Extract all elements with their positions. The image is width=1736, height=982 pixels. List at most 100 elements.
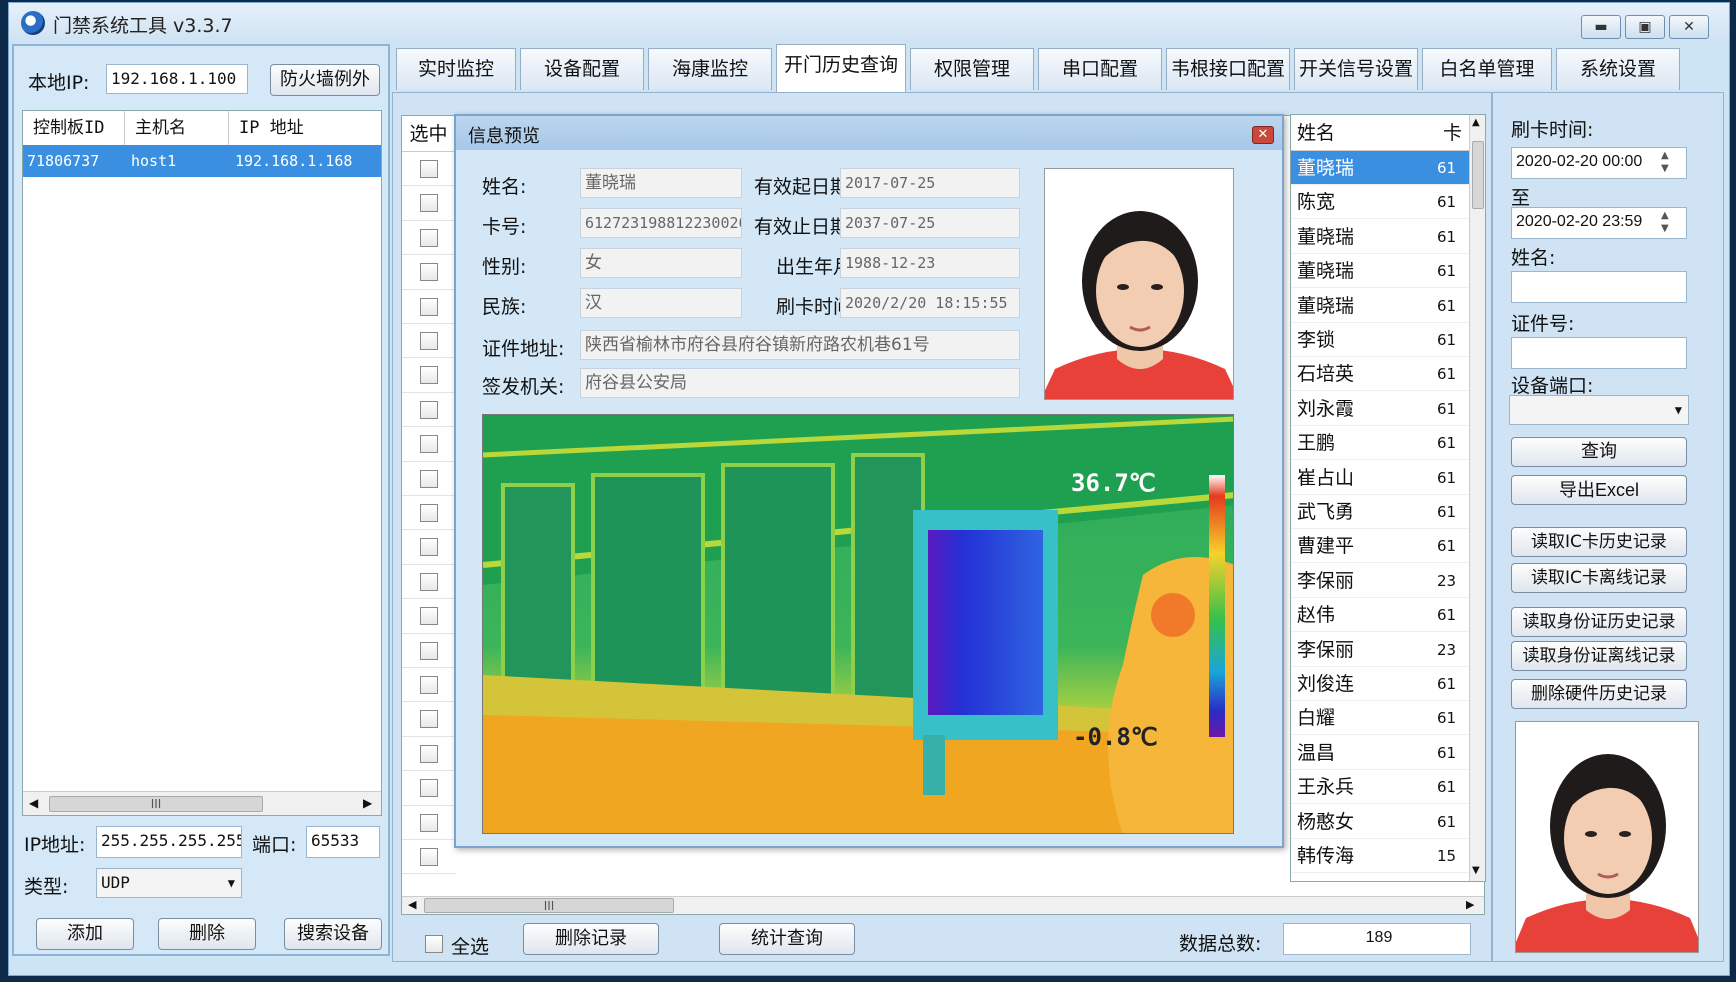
table-row[interactable]: 王鹏 61 [1291,426,1469,461]
scroll-down-icon[interactable]: ▼ [1472,865,1480,876]
row-checkbox[interactable] [420,366,438,385]
row-checkbox[interactable] [420,194,438,213]
query-button[interactable]: 查询 [1511,437,1687,467]
table-row[interactable]: 曹建平 61 [1291,529,1469,564]
row-checkbox[interactable] [420,228,438,247]
time-from-spinner-icon[interactable]: ▲ ▼ [1661,149,1669,175]
row-checkbox[interactable] [420,641,438,660]
table-row[interactable]: 刘俊连 61 [1291,667,1469,701]
table-row[interactable]: 李保丽 23 [1291,564,1469,598]
table-row[interactable]: 崔占山 61 [1291,461,1469,495]
search-device-button[interactable]: 搜索设备 [284,918,382,950]
tab-wiegand[interactable]: 韦根接口配置 [1166,48,1290,90]
scroll-left-icon[interactable]: ◀ [408,898,416,911]
row-checkbox[interactable] [420,538,438,557]
dialog-close-icon[interactable]: ✕ [1252,126,1274,144]
grid-horizontal-scrollbar[interactable]: ◀ III ▶ [402,896,1484,914]
statistics-query-button[interactable]: 统计查询 [719,923,855,955]
card-header-partial[interactable]: 卡 [1443,115,1462,151]
row-checkbox[interactable] [420,607,438,626]
local-ip-field[interactable]: 192.168.1.100 [106,64,248,94]
table-row[interactable]: 温昌 61 [1291,736,1469,770]
read-ic-offline-button[interactable]: 读取IC卡离线记录 [1511,563,1687,593]
table-row[interactable]: 陈宽 61 [1291,185,1469,220]
row-checkbox[interactable] [420,813,438,832]
export-excel-button[interactable]: 导出Excel [1511,475,1687,505]
table-row[interactable]: 董晓瑞 61 [1291,289,1469,323]
vertical-scroll-thumb[interactable] [1472,141,1484,209]
scroll-up-icon[interactable]: ▲ [1472,117,1480,128]
col-header-ip[interactable]: IP 地址 [229,111,381,145]
tab-switch-signal[interactable]: 开关信号设置 [1294,48,1418,90]
type-select[interactable]: UDP ▼ [96,868,242,898]
table-row[interactable]: 杨憨女 61 [1291,805,1469,839]
delete-hardware-history-button[interactable]: 删除硬件历史记录 [1511,679,1687,709]
row-checkbox[interactable] [420,504,438,522]
table-row[interactable]: 董晓瑞 61 [1291,220,1469,254]
table-row[interactable]: 刘永霞 61 [1291,392,1469,426]
add-button[interactable]: 添加 [36,918,134,950]
select-header[interactable]: 选中 [402,116,456,152]
dialog-title: 信息预览 [468,126,540,147]
grid-scroll-thumb[interactable]: III [424,898,674,913]
read-id-offline-button[interactable]: 读取身份证离线记录 [1511,641,1687,671]
name-filter-field[interactable] [1511,271,1687,303]
read-ic-history-button[interactable]: 读取IC卡历史记录 [1511,527,1687,557]
ip-address-field[interactable]: 255.255.255.255 [96,826,242,858]
table-row[interactable]: 武飞勇 61 [1291,495,1469,529]
row-checkbox[interactable] [420,676,438,694]
col-header-id[interactable]: 控制板ID [23,111,125,145]
maximize-icon[interactable]: ▣ [1625,15,1665,39]
tab-whitelist[interactable]: 白名单管理 [1422,48,1552,90]
scroll-left-icon[interactable]: ◀ [29,796,38,810]
row-checkbox[interactable] [420,160,438,178]
read-id-history-button[interactable]: 读取身份证历史记录 [1511,607,1687,637]
port-field[interactable]: 65533 [306,826,380,858]
vertical-scrollbar[interactable]: ▲ ▼ [1469,115,1485,881]
close-icon[interactable]: ✕ [1669,15,1709,39]
id-filter-field[interactable] [1511,337,1687,369]
col-header-host[interactable]: 主机名 [125,111,229,145]
row-checkbox[interactable] [420,848,438,866]
select-all-checkbox[interactable] [425,935,443,953]
tab-hikvision[interactable]: 海康监控 [648,48,772,90]
row-checkbox[interactable] [420,263,438,282]
row-checkbox[interactable] [420,572,438,591]
table-row[interactable]: 韩传海 15 [1291,839,1469,873]
device-port-select[interactable]: ▼ [1509,395,1689,425]
row-checkbox[interactable] [420,469,438,488]
row-checkbox[interactable] [420,779,438,798]
row-checkbox[interactable] [420,710,438,729]
tab-serial[interactable]: 串口配置 [1038,48,1162,90]
tab-permissions[interactable]: 权限管理 [910,48,1034,90]
row-checkbox[interactable] [420,332,438,350]
time-to-spinner-icon[interactable]: ▲ ▼ [1661,209,1669,235]
tab-system-settings[interactable]: 系统设置 [1556,48,1680,90]
row-card-partial: 61 [1437,331,1457,349]
scroll-right-icon[interactable]: ▶ [363,796,372,810]
tab-door-history[interactable]: 开门历史查询 [776,44,906,92]
horizontal-scrollbar[interactable]: ◀ III ▶ [23,791,381,815]
delete-button[interactable]: 删除 [158,918,256,950]
table-row[interactable]: 李锁 61 [1291,323,1469,357]
table-row[interactable]: 赵伟 61 [1291,598,1469,633]
table-row[interactable]: 白耀 61 [1291,701,1469,736]
firewall-exception-button[interactable]: 防火墙例外 [270,64,380,96]
delete-records-button[interactable]: 删除记录 [523,923,659,955]
row-checkbox[interactable] [420,297,438,316]
row-checkbox[interactable] [420,744,438,763]
scroll-right-icon[interactable]: ▶ [1466,898,1474,911]
tab-realtime[interactable]: 实时监控 [396,48,516,90]
scroll-thumb[interactable]: III [49,796,263,812]
row-checkbox[interactable] [420,400,438,419]
table-row[interactable]: 董晓瑞 61 [1291,254,1469,289]
table-row[interactable]: 王永兵 61 [1291,770,1469,805]
table-row[interactable]: 石培英 61 [1291,357,1469,392]
table-row[interactable]: 李保丽 23 [1291,633,1469,667]
minimize-icon[interactable]: ▬ [1581,15,1621,39]
row-card-partial: 61 [1437,675,1457,693]
table-row[interactable]: 董晓瑞 61 [1291,151,1469,185]
row-checkbox[interactable] [420,435,438,454]
table-row[interactable]: 71806737 host1 192.168.1.168 [23,145,381,177]
tab-device-config[interactable]: 设备配置 [520,48,644,90]
